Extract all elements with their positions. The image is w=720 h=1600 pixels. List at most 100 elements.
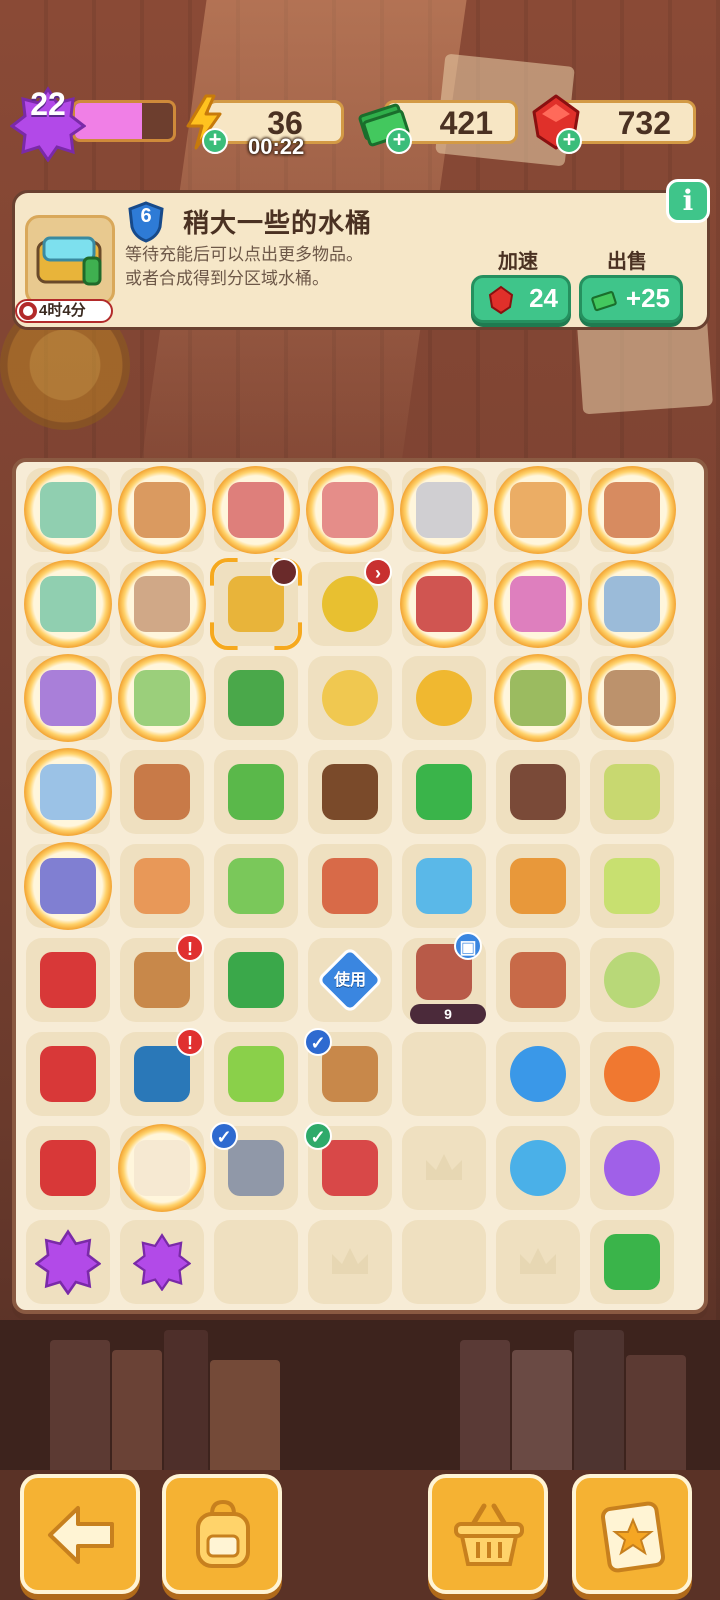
back-button[interactable] (20, 1474, 140, 1594)
board-cell[interactable] (214, 656, 298, 740)
redtool-item (416, 576, 472, 632)
energy-blue-small-item (510, 1140, 566, 1196)
board-cell[interactable] (24, 842, 112, 930)
board-cell[interactable]: 使用 (308, 938, 392, 1022)
board-cell[interactable] (26, 1032, 110, 1116)
item-title: 稍大一些的水桶 (183, 209, 373, 239)
board-cell[interactable] (308, 1220, 392, 1304)
board-cell[interactable] (496, 1220, 580, 1304)
board-cell[interactable]: ✓ (210, 1122, 298, 1210)
board-cell[interactable] (24, 748, 112, 836)
add-energy-button[interactable]: + (202, 128, 228, 154)
camera-item (322, 858, 378, 914)
board-cell[interactable] (496, 844, 580, 928)
board-cell[interactable] (24, 654, 112, 742)
board-cell[interactable] (214, 1032, 298, 1116)
speedup-button[interactable]: 24 (471, 275, 571, 323)
scissors-item (416, 858, 472, 914)
arrow-left-icon (48, 1506, 114, 1564)
board-cell[interactable] (494, 466, 582, 554)
broom-item (228, 858, 284, 914)
board-cell[interactable] (590, 1220, 674, 1304)
board-cell[interactable] (118, 466, 206, 554)
board-cell[interactable] (590, 938, 674, 1022)
board-cell[interactable] (308, 750, 392, 834)
board-cell[interactable] (402, 1220, 486, 1304)
chest-item (134, 952, 190, 1008)
board-cell[interactable] (402, 1126, 486, 1210)
board-cell[interactable] (120, 1220, 204, 1304)
tv-energy-cost: 9 (410, 1004, 486, 1024)
board-cell[interactable] (496, 1126, 580, 1210)
board-cell[interactable] (590, 1126, 674, 1210)
board-cell[interactable] (496, 938, 580, 1022)
board-cell[interactable] (212, 466, 300, 554)
board-cell[interactable] (214, 558, 298, 646)
map-item (604, 576, 660, 632)
bucket-item (322, 670, 378, 726)
board-cell[interactable] (402, 656, 486, 740)
board-cell[interactable]: ✓ (304, 1028, 392, 1116)
bluechest-item (134, 1046, 190, 1102)
board-cell[interactable] (590, 1032, 674, 1116)
board-cell[interactable]: ▣ 9 (402, 932, 486, 1024)
board-cell[interactable] (120, 750, 204, 834)
board-cell[interactable] (588, 466, 676, 554)
board-cell[interactable] (120, 844, 204, 928)
board-cell[interactable] (214, 938, 298, 1022)
board-cell[interactable] (26, 1220, 110, 1304)
board-cell[interactable]: ! (120, 1028, 204, 1116)
board-cell[interactable] (402, 750, 486, 834)
board-cell[interactable] (400, 466, 488, 554)
board-cell[interactable] (494, 560, 582, 648)
backpack-button[interactable] (162, 1474, 282, 1594)
board-cell[interactable] (306, 466, 394, 554)
lumber-item (134, 482, 190, 538)
board-cell[interactable]: › (308, 558, 392, 646)
board-cell[interactable] (494, 654, 582, 742)
board-cell[interactable] (26, 1126, 110, 1210)
board-cell[interactable] (214, 844, 298, 928)
board-cell[interactable] (588, 654, 676, 742)
purple-star-item (133, 1233, 191, 1291)
board-cell[interactable] (24, 466, 112, 554)
board-cell[interactable] (24, 560, 112, 648)
board-cell[interactable]: ! (120, 934, 204, 1022)
melon-item (604, 952, 660, 1008)
shop-button[interactable] (428, 1474, 548, 1594)
board-cell[interactable] (496, 750, 580, 834)
speedup-label: 加速 (498, 249, 538, 273)
board-cell[interactable] (308, 656, 392, 740)
add-cash-button[interactable]: + (386, 128, 412, 154)
hat-item (416, 670, 472, 726)
board-cell[interactable] (496, 1032, 580, 1116)
sell-label: 出售 (607, 249, 647, 273)
item-level: 6 (140, 205, 152, 227)
board-cell[interactable] (214, 750, 298, 834)
energy-orange-item (604, 1046, 660, 1102)
add-gems-button[interactable]: + (556, 128, 582, 154)
board-cell[interactable] (402, 844, 486, 928)
cash-stack-item (604, 1234, 660, 1290)
board-cell[interactable] (214, 1220, 298, 1304)
sell-button[interactable]: +25 (579, 275, 683, 323)
background-poster (577, 315, 713, 415)
board-cell[interactable] (590, 750, 674, 834)
board-cell[interactable] (308, 844, 392, 928)
board-cell[interactable] (588, 560, 676, 648)
cat-item (134, 1140, 190, 1196)
tasks-button[interactable] (572, 1474, 692, 1594)
board-cell[interactable] (118, 654, 206, 742)
check-icon: ✓ (210, 1122, 238, 1150)
background-shelf (0, 1320, 720, 1470)
board-cell[interactable] (26, 938, 110, 1022)
board-cell[interactable] (118, 560, 206, 648)
info-button[interactable]: i (666, 179, 710, 223)
board-cell[interactable] (590, 844, 674, 928)
board-cell[interactable] (118, 1124, 206, 1212)
ruby-icon (488, 285, 514, 315)
board-cell[interactable] (402, 1032, 486, 1116)
board-cell[interactable]: ✓ (304, 1122, 392, 1210)
board-cell[interactable] (400, 560, 488, 648)
lock-icon: ▣ (454, 932, 482, 960)
